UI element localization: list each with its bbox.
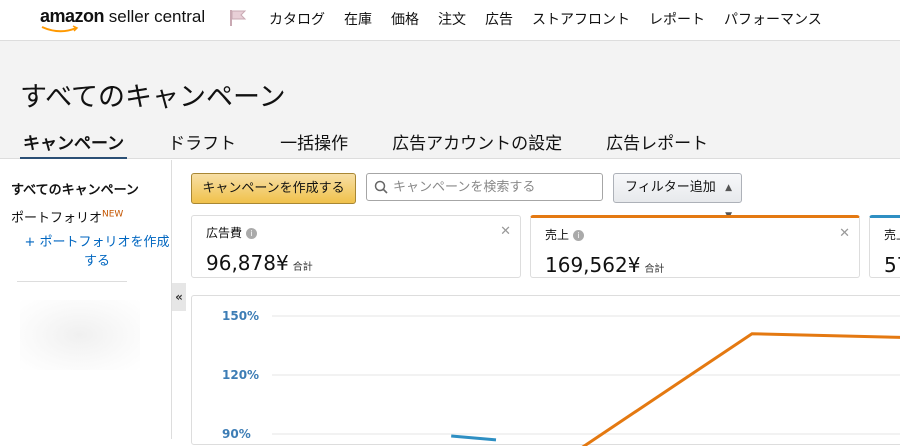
main-menu: カタログ 在庫 価格 注文 広告 ストアフロント レポート パフォーマンス	[269, 9, 841, 29]
tab-bulk-operations[interactable]: 一括操作	[277, 129, 351, 159]
sidebar-item-all-campaigns[interactable]: すべてのキャンペーン	[11, 179, 139, 198]
info-icon[interactable]: i	[573, 230, 585, 241]
metric-value: 57	[884, 253, 900, 277]
close-icon[interactable]: ✕	[500, 224, 511, 239]
menu-item-orders[interactable]: 注文	[438, 9, 466, 29]
tab-ad-reports[interactable]: 広告レポート	[603, 129, 711, 159]
create-portfolio-link[interactable]: + ポートフォリオを作成する	[22, 233, 172, 271]
tab-account-settings[interactable]: 広告アカウントの設定	[389, 129, 565, 159]
menu-item-inventory[interactable]: 在庫	[344, 9, 372, 29]
add-filter-label: フィルター追加	[625, 180, 716, 195]
metric-card-sales-partial[interactable]: 売上 57	[869, 215, 900, 278]
info-icon[interactable]: i	[246, 228, 258, 239]
campaign-search	[366, 173, 603, 201]
sidebar-item-portfolio-label: ポートフォリオ	[11, 211, 103, 226]
tab-drafts[interactable]: ドラフト	[165, 129, 239, 159]
page-header: すべてのキャンペーン キャンペーン ドラフト 一括操作 広告アカウントの設定 広…	[0, 41, 900, 159]
menu-item-pricing[interactable]: 価格	[391, 9, 419, 29]
metric-label-text: 売上	[884, 228, 900, 242]
campaign-search-input[interactable]	[393, 177, 598, 197]
metric-value: 96,878¥ 合計	[206, 251, 313, 275]
metric-label-text: 売上	[545, 228, 570, 242]
series-line	[581, 332, 900, 446]
metric-label: 広告費 i	[206, 224, 258, 241]
top-navigation: amazon seller central カタログ 在庫 価格 注文 広告 ス…	[0, 0, 900, 41]
menu-item-storefront[interactable]: ストアフロント	[532, 9, 630, 29]
search-icon	[374, 180, 388, 194]
menu-item-advertising[interactable]: 広告	[485, 9, 513, 29]
create-campaign-button[interactable]: キャンペーンを作成する	[191, 173, 356, 204]
sidebar-blurred-content	[20, 300, 140, 370]
sidebar-item-portfolio[interactable]: ポートフォリオNEW	[11, 207, 123, 226]
series-line	[451, 434, 497, 442]
metric-value-number: 169,562¥	[545, 253, 641, 277]
performance-chart: 150% 120% 90%	[191, 295, 900, 446]
seller-central-logo[interactable]: amazon seller central	[40, 6, 205, 36]
menu-item-catalog[interactable]: カタログ	[269, 9, 325, 29]
metric-suffix: 合計	[292, 262, 313, 273]
metric-card-ad-spend[interactable]: 広告費 i ✕ 96,878¥ 合計	[191, 215, 521, 278]
y-tick-label: 120%	[222, 368, 259, 382]
sidebar-divider	[17, 281, 127, 282]
metric-value-number: 96,878¥	[206, 251, 289, 275]
tab-campaigns[interactable]: キャンペーン	[20, 129, 128, 159]
logo-seller-central-word: seller central	[104, 7, 206, 26]
metric-label-text: 広告費	[206, 226, 243, 240]
close-icon[interactable]: ✕	[839, 226, 850, 241]
metric-label: 売上	[884, 226, 900, 243]
metric-value: 169,562¥ 合計	[545, 253, 664, 277]
campaign-tabs: キャンペーン ドラフト 一括操作 広告アカウントの設定 広告レポート	[20, 129, 749, 159]
page-title: すべてのキャンペーン	[20, 82, 286, 113]
metric-value-number: 57	[884, 253, 900, 277]
flag-icon[interactable]	[228, 8, 248, 28]
y-tick-label: 150%	[222, 309, 259, 323]
logo-amazon-word: amazon	[40, 6, 105, 26]
collapse-sidebar-button[interactable]: «	[172, 283, 186, 311]
add-filter-button[interactable]: フィルター追加 ▲▼	[613, 173, 742, 221]
metric-suffix: 合計	[644, 264, 665, 275]
new-badge: NEW	[102, 209, 124, 220]
metric-label: 売上 i	[545, 226, 585, 243]
sidebar: すべてのキャンペーン ポートフォリオNEW + ポートフォリオを作成する	[0, 160, 172, 439]
amazon-smile-icon	[41, 25, 79, 33]
performance-chart-svg: 150%120%90%	[222, 309, 900, 446]
metric-card-sales[interactable]: 売上 i ✕ 169,562¥ 合計	[530, 215, 860, 278]
menu-item-performance[interactable]: パフォーマンス	[724, 9, 822, 29]
menu-item-reports[interactable]: レポート	[649, 9, 705, 29]
